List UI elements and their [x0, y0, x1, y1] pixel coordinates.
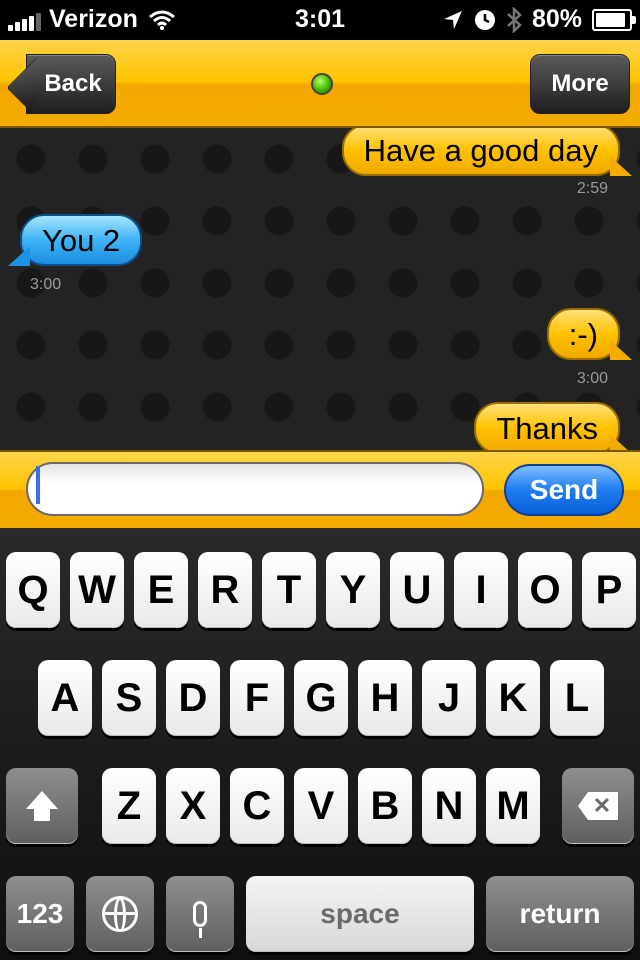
key-u[interactable]: U: [390, 552, 444, 628]
globe-key[interactable]: [86, 876, 154, 952]
key-o[interactable]: O: [518, 552, 572, 628]
key-g[interactable]: G: [294, 660, 348, 736]
delete-key[interactable]: ✕: [562, 768, 634, 844]
dictation-key[interactable]: [166, 876, 234, 952]
message-timestamp: 2:59: [576, 180, 608, 197]
send-button[interactable]: Send: [504, 464, 624, 516]
text-caret: [36, 466, 40, 504]
key-m[interactable]: M: [486, 768, 540, 844]
key-x[interactable]: X: [166, 768, 220, 844]
message-timestamp: 3:00: [30, 276, 62, 293]
message-bubble-sent: Have a good day: [341, 128, 633, 176]
shift-icon: [26, 791, 58, 821]
key-q[interactable]: Q: [6, 552, 60, 628]
keyboard: Q W E R T Y U I O P A S D F G H J K L Z …: [0, 528, 640, 960]
key-t[interactable]: T: [262, 552, 316, 628]
microphone-icon: [193, 901, 207, 938]
more-button[interactable]: More: [530, 54, 630, 114]
key-i[interactable]: I: [454, 552, 508, 628]
message-bubble-sent: :-): [546, 308, 633, 360]
online-status-icon: [311, 73, 333, 95]
battery-icon: [592, 8, 636, 31]
key-z[interactable]: Z: [102, 768, 156, 844]
return-key[interactable]: return: [486, 876, 634, 952]
message-input[interactable]: [26, 462, 484, 516]
key-s[interactable]: S: [102, 660, 156, 736]
key-d[interactable]: D: [166, 660, 220, 736]
message-bubble-received: You 2: [7, 214, 143, 266]
globe-icon: [102, 896, 138, 932]
key-h[interactable]: H: [358, 660, 412, 736]
clock-icon: [474, 9, 495, 30]
bluetooth-icon: [507, 6, 522, 33]
space-key[interactable]: space: [246, 876, 474, 952]
status-bar: Verizon 3:01 80%: [0, 0, 640, 40]
key-e[interactable]: E: [134, 552, 188, 628]
key-b[interactable]: B: [358, 768, 412, 844]
back-button[interactable]: Back: [26, 54, 116, 114]
key-n[interactable]: N: [422, 768, 476, 844]
key-f[interactable]: F: [230, 660, 284, 736]
location-icon: [443, 10, 462, 29]
numbers-key[interactable]: 123: [6, 876, 74, 952]
key-a[interactable]: A: [38, 660, 92, 736]
message-input-bar: Send: [0, 450, 640, 528]
key-c[interactable]: C: [230, 768, 284, 844]
battery-percent: 80%: [531, 5, 582, 33]
backspace-icon: ✕: [578, 792, 618, 820]
message-bubble-sent: Thanks: [474, 402, 632, 450]
key-j[interactable]: J: [422, 660, 476, 736]
key-y[interactable]: Y: [326, 552, 380, 628]
key-w[interactable]: W: [70, 552, 124, 628]
key-l[interactable]: L: [550, 660, 604, 736]
shift-key[interactable]: [6, 768, 78, 844]
key-p[interactable]: P: [582, 552, 636, 628]
message-timestamp: 3:00: [576, 370, 608, 387]
key-k[interactable]: K: [486, 660, 540, 736]
status-right: 80%: [432, 5, 636, 34]
key-v[interactable]: V: [294, 768, 348, 844]
key-r[interactable]: R: [198, 552, 252, 628]
chat-thread[interactable]: Have a good day 2:59 You 2 3:00 :-) 3:00…: [0, 128, 640, 450]
